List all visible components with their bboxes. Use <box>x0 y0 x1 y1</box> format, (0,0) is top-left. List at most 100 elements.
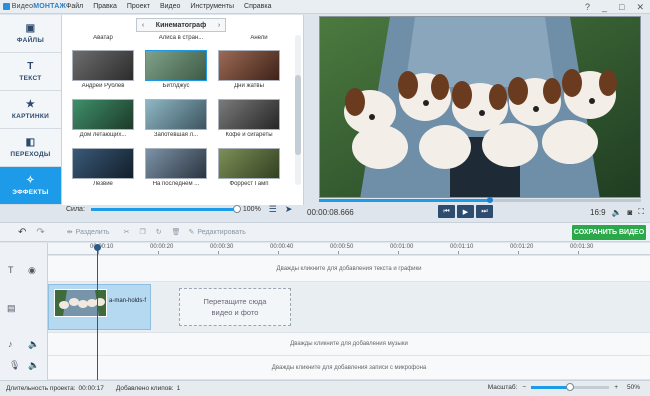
menu-bar: Файл Правка Проект Видео Инструменты Спр… <box>66 3 282 10</box>
video-clip[interactable]: a-man-holds-f <box>48 284 151 330</box>
effect-item[interactable]: Запотевшая л... <box>145 99 207 138</box>
visibility-icon[interactable]: ◉ <box>28 265 36 276</box>
video-track[interactable]: a-man-holds-f Перетащите сюда видео и фо… <box>48 282 650 333</box>
effect-item[interactable]: Форрест Гамп <box>218 148 280 187</box>
skip-forward-icon[interactable]: ⏭ <box>476 205 493 218</box>
help-icon[interactable]: ? <box>585 2 590 12</box>
sidebar-tab-files[interactable]: ▣ ФАЙЛЫ <box>0 15 61 53</box>
ruler-tick <box>458 251 459 254</box>
app-logo: ВидеоМОНТАЖ <box>0 3 66 10</box>
ruler-tick <box>398 251 399 254</box>
sidebar-tab-label: ЭФФЕКТЫ <box>12 189 49 196</box>
effect-item[interactable]: Андрей Рублев <box>72 50 134 89</box>
sidebar-tab-label: ФАЙЛЫ <box>16 37 45 44</box>
menu-video[interactable]: Видео <box>160 3 180 10</box>
playback-controls: ⏮ ▶ ⏭ <box>438 205 493 218</box>
preview-frame <box>320 17 640 197</box>
status-bar: Длительность проекта: 00:00:17 Добавлено… <box>0 380 650 396</box>
zoom-knob[interactable] <box>566 383 575 391</box>
gallery-scrollbar[interactable] <box>295 35 301 185</box>
playhead[interactable] <box>97 245 98 380</box>
minimize-icon[interactable]: _ <box>602 2 607 12</box>
effect-thumbnail <box>72 99 134 130</box>
settings-sliders-icon[interactable]: ☰ <box>269 204 277 215</box>
play-icon[interactable]: ▶ <box>457 205 474 218</box>
ruler-label: 00:01:10 <box>450 244 474 250</box>
strength-fill <box>90 207 239 211</box>
skip-back-icon[interactable]: ⏮ <box>438 205 455 218</box>
chevron-right-icon[interactable]: › <box>213 22 225 29</box>
scrollbar-thumb[interactable] <box>295 75 301 155</box>
effect-caption[interactable]: Аватар <box>72 35 134 49</box>
zoom-fill <box>531 386 571 389</box>
text-icon: T <box>27 61 34 72</box>
zoom-control: Масштаб: − + 50% <box>488 383 640 391</box>
text-track[interactable]: Дважды кликните для добавления текста и … <box>48 256 650 282</box>
volume-icon[interactable]: 🔈 <box>612 208 622 217</box>
ruler-tick <box>338 251 339 254</box>
chevron-left-icon[interactable]: ‹ <box>137 22 149 29</box>
ruler-label: 00:01:00 <box>390 244 414 250</box>
effect-caption[interactable]: Анели <box>228 35 290 49</box>
sidebar-tab-label: ПЕРЕХОДЫ <box>10 151 51 158</box>
zoom-slider[interactable] <box>531 383 610 391</box>
cut-icon[interactable]: ✂ <box>124 228 130 236</box>
split-label: Разделить <box>75 228 110 236</box>
menu-project[interactable]: Проект <box>127 3 150 10</box>
zoom-out-icon[interactable]: − <box>522 384 526 391</box>
effect-item[interactable]: Кофе и сигареты <box>218 99 280 138</box>
effect-item[interactable]: Дни жатвы <box>218 50 280 89</box>
microphone-track[interactable]: Дважды кликните для добавления записи с … <box>48 356 650 380</box>
drop-zone-line1: Перетащите сюда <box>203 297 267 306</box>
menu-tools[interactable]: Инструменты <box>190 3 234 10</box>
zoom-in-icon[interactable]: + <box>614 384 618 391</box>
sidebar-tab-effects[interactable]: ✧ ЭФФЕКТЫ <box>0 167 61 205</box>
edit-button[interactable]: ✎ Редактировать <box>188 228 245 237</box>
effect-item[interactable]: Битлджус <box>145 50 207 89</box>
aspect-ratio[interactable]: 16:9 <box>590 208 606 217</box>
sidebar-tab-pictures[interactable]: ★ КАРТИНКИ <box>0 91 61 129</box>
maximize-icon[interactable]: □ <box>619 2 624 12</box>
undo-icon[interactable]: ↶ <box>18 227 26 238</box>
playhead-handle[interactable] <box>94 244 101 251</box>
effect-item[interactable]: На последнем ... <box>145 148 207 187</box>
music-track[interactable]: Дважды кликните для добавления музыки <box>48 333 650 356</box>
effect-item[interactable]: Лезвие <box>72 148 134 187</box>
video-preview[interactable] <box>319 16 641 198</box>
close-icon[interactable]: ✕ <box>636 2 644 12</box>
redo-icon[interactable]: ↷ <box>36 227 44 238</box>
camera-icon[interactable]: ◙ <box>628 208 633 217</box>
save-video-button[interactable]: СОХРАНИТЬ ВИДЕО <box>572 225 646 240</box>
sidebar-tab-label: ТЕКСТ <box>19 75 42 82</box>
effect-item[interactable]: Дом летающих... <box>72 99 134 138</box>
progress-knob[interactable] <box>486 197 493 203</box>
split-button[interactable]: ⇹ Разделить <box>67 228 110 237</box>
clip-name: a-man-holds-f <box>109 298 147 304</box>
menu-help[interactable]: Справка <box>244 3 271 10</box>
mic-volume-icon[interactable]: 🔈 <box>28 360 39 371</box>
timeline-ruler[interactable]: 00:00:10 00:00:20 00:00:30 00:00:40 00:00:50… <box>48 243 650 255</box>
effect-caption[interactable]: Алиса в стран... <box>150 35 212 49</box>
strength-slider[interactable] <box>90 204 241 213</box>
strength-knob[interactable] <box>232 204 241 213</box>
sidebar-tab-transitions[interactable]: ◧ ПЕРЕХОДЫ <box>0 129 61 167</box>
effects-gallery: ‹ Кинематограф › Аватар Алиса в стран...… <box>62 15 304 205</box>
star-icon: ★ <box>25 99 36 110</box>
ruler-tick <box>578 251 579 254</box>
ruler-tick <box>158 251 159 254</box>
rotate-icon[interactable]: ↻ <box>156 228 162 236</box>
copy-icon[interactable]: ❐ <box>139 228 145 236</box>
media-drop-zone[interactable]: Перетащите сюда видео и фото <box>179 288 291 326</box>
preview-panel: 00:00:08.666 ⏮ ▶ ⏭ 16:9 🔈 ◙ ⛶ <box>305 15 650 220</box>
effect-caption: Дом летающих... <box>79 132 127 138</box>
music-volume-icon[interactable]: 🔈 <box>28 339 39 350</box>
menu-edit[interactable]: Правка <box>93 3 117 10</box>
menu-file[interactable]: Файл <box>66 3 83 10</box>
preview-progress[interactable] <box>319 197 641 203</box>
apply-all-icon[interactable]: ➤ <box>285 204 293 215</box>
delete-icon[interactable]: 🗑 <box>172 228 181 236</box>
fullscreen-icon[interactable]: ⛶ <box>638 207 644 217</box>
ruler-label: 00:01:20 <box>510 244 534 250</box>
sidebar-tab-text[interactable]: T ТЕКСТ <box>0 53 61 91</box>
effect-caption: На последнем ... <box>152 181 200 187</box>
